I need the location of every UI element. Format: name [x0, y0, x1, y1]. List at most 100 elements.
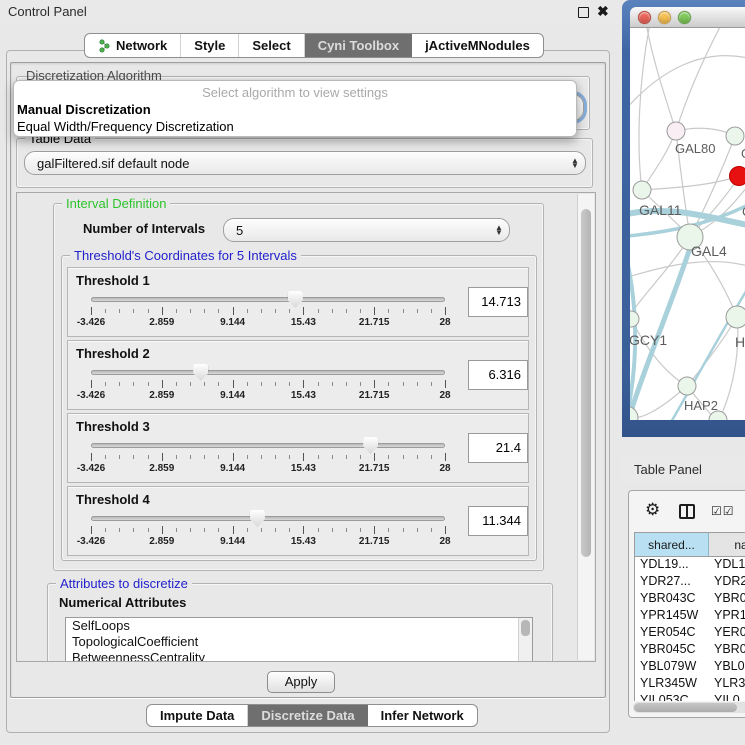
numerical-attributes-list[interactable]: SelfLoopsTopologicalCoefficientBetweenne…: [65, 617, 533, 662]
tick-label: -3.426: [77, 390, 105, 401]
tick-label: 15.43: [291, 317, 316, 328]
node-selected-red[interactable]: [730, 167, 745, 186]
node-gal80[interactable]: [667, 122, 685, 140]
table-cell[interactable]: YDL1: [709, 557, 745, 574]
attributes-list-scrollbar[interactable]: [518, 618, 532, 662]
tick-mark: [445, 453, 446, 461]
attribute-list-item[interactable]: BetweennessCentrality: [66, 650, 532, 662]
apply-button[interactable]: Apply: [267, 671, 335, 693]
threshold-2-slider-thumb[interactable]: [193, 364, 208, 381]
table-cell[interactable]: YPR1: [709, 608, 745, 625]
threshold-3-slider[interactable]: [91, 443, 445, 448]
tick-label: -3.426: [77, 463, 105, 474]
tick-mark: [204, 382, 205, 386]
dropdown-option-manual[interactable]: Manual Discretization: [14, 101, 576, 118]
table-data-combobox[interactable]: galFiltered.sif default node ▲▼: [24, 151, 586, 175]
slider-scale: [91, 380, 445, 388]
tick-mark: [218, 528, 219, 532]
num-intervals-combobox[interactable]: 5 ▲▼: [223, 218, 510, 242]
column-header-name[interactable]: na: [709, 533, 745, 556]
tick-mark: [261, 528, 262, 532]
zoom-traffic-light[interactable]: [678, 11, 691, 24]
dropdown-option-equal-width[interactable]: Equal Width/Frequency Discretization: [14, 118, 576, 135]
threshold-4-value-field[interactable]: 11.344: [468, 506, 528, 536]
tick-mark: [318, 528, 319, 532]
table-cell[interactable]: YBR043C: [635, 591, 709, 608]
minimize-traffic-light[interactable]: [658, 11, 671, 24]
table-cell[interactable]: YER0: [709, 625, 745, 642]
table-cell[interactable]: YBR0: [709, 591, 745, 608]
tab-network[interactable]: Network: [85, 34, 181, 57]
tab-jactivemnodules[interactable]: jActiveMNodules: [412, 34, 543, 57]
close-icon[interactable]: ✖: [597, 3, 609, 20]
node-h[interactable]: [726, 306, 745, 328]
table-row[interactable]: YDR27...YDR2: [635, 574, 745, 591]
tick-mark: [133, 455, 134, 459]
select-columns-icon[interactable]: ☑☑: [711, 504, 735, 518]
tab-infer-network[interactable]: Infer Network: [368, 705, 477, 726]
table-cell[interactable]: YDR27...: [635, 574, 709, 591]
node-hap2[interactable]: [678, 377, 696, 395]
close-traffic-light[interactable]: [638, 11, 651, 24]
table-cell[interactable]: YIL053C: [635, 693, 709, 701]
threshold-1-slider[interactable]: [91, 297, 445, 302]
interval-definition-label: Interval Definition: [62, 196, 170, 211]
table-cell[interactable]: YDR2: [709, 574, 745, 591]
tick-mark: [332, 455, 333, 459]
tick-label: -3.426: [77, 536, 105, 547]
settings-vertical-scrollbar[interactable]: [577, 194, 594, 660]
numerical-attributes-label: Numerical Attributes: [59, 595, 186, 610]
table-row[interactable]: YBR045CYBR0: [635, 642, 745, 659]
table-row[interactable]: YBL079WYBL0: [635, 659, 745, 676]
tab-style[interactable]: Style: [181, 34, 239, 57]
float-window-icon[interactable]: [578, 7, 589, 18]
attribute-list-item[interactable]: SelfLoops: [66, 618, 532, 634]
table-cell[interactable]: YBL0: [709, 659, 745, 676]
table-cell[interactable]: YDL19...: [635, 557, 709, 574]
tick-label: 9.144: [220, 463, 245, 474]
column-header-shared-name[interactable]: shared...: [635, 533, 709, 556]
table-row[interactable]: YPR145WYPR1: [635, 608, 745, 625]
attribute-list-item[interactable]: TopologicalCoefficient: [66, 634, 532, 650]
table-row[interactable]: YBR043CYBR0: [635, 591, 745, 608]
scrollbar-thumb[interactable]: [581, 209, 591, 557]
tick-mark: [204, 528, 205, 532]
table-cell[interactable]: YBL079W: [635, 659, 709, 676]
column-layout-icon[interactable]: [679, 504, 695, 519]
threshold-2-value-field[interactable]: 6.316: [468, 360, 528, 390]
table-row[interactable]: YIL053CYIL0: [635, 693, 745, 701]
table-horizontal-scrollbar[interactable]: [633, 702, 745, 713]
node-gal11[interactable]: [633, 181, 651, 199]
threshold-4-slider-thumb[interactable]: [250, 510, 265, 527]
table-row[interactable]: YLR345WYLR3: [635, 676, 745, 693]
node-gcy1[interactable]: [630, 311, 639, 327]
threshold-2-slider[interactable]: [91, 370, 445, 375]
node-ga[interactable]: [726, 127, 744, 145]
table-cell[interactable]: YBR0: [709, 642, 745, 659]
tab-discretize-data[interactable]: Discretize Data: [248, 705, 367, 726]
table-cell[interactable]: YIL0: [709, 693, 745, 701]
threshold-1-value-field[interactable]: 14.713: [468, 287, 528, 317]
tab-impute-data[interactable]: Impute Data: [147, 705, 248, 726]
threshold-4-slider[interactable]: [91, 516, 445, 521]
scrollbar-thumb[interactable]: [634, 703, 737, 712]
tab-select[interactable]: Select: [239, 34, 304, 57]
table-cell[interactable]: YLR345W: [635, 676, 709, 693]
gear-icon[interactable]: ⚙: [645, 501, 660, 518]
tick-mark: [346, 528, 347, 532]
slider-tick-labels: -3.4262.8599.14415.4321.71528: [91, 463, 445, 475]
table-cell[interactable]: YPR145W: [635, 608, 709, 625]
tick-mark: [133, 382, 134, 386]
tick-mark: [119, 455, 120, 459]
tab-cyni-toolbox[interactable]: Cyni Toolbox: [305, 34, 412, 57]
threshold-1-slider-thumb[interactable]: [288, 291, 303, 308]
table-cell[interactable]: YBR045C: [635, 642, 709, 659]
tick-mark: [445, 307, 446, 315]
table-row[interactable]: YER054CYER0: [635, 625, 745, 642]
network-view-canvas[interactable]: GAL80 GA C GAL11 GAL4 GCY1 H HAP2: [630, 28, 745, 420]
table-row[interactable]: YDL19...YDL1: [635, 557, 745, 574]
table-cell[interactable]: YLR3: [709, 676, 745, 693]
table-cell[interactable]: YER054C: [635, 625, 709, 642]
threshold-3-slider-thumb[interactable]: [363, 437, 378, 454]
threshold-3-value-field[interactable]: 21.4: [468, 433, 528, 463]
